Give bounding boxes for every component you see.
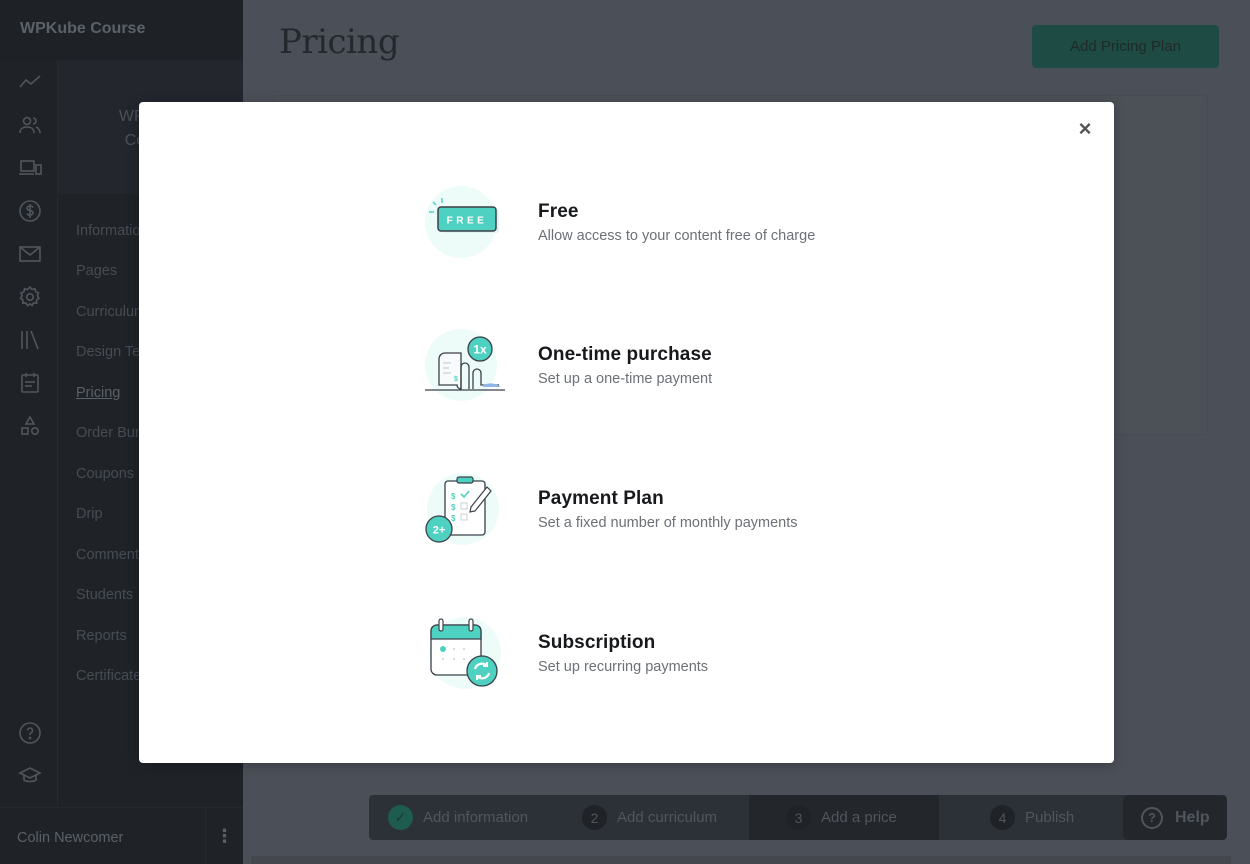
user-bar: Colin Newcomer ⋮ bbox=[0, 807, 243, 864]
free-tag-icon: FREE bbox=[421, 180, 505, 264]
option-free-text: Free Allow access to your content free o… bbox=[538, 201, 815, 244]
step-number: 3 bbox=[786, 805, 811, 830]
page-title: Pricing bbox=[279, 22, 400, 62]
help-label: Help bbox=[1175, 808, 1210, 826]
subnav-pages[interactable]: Pages bbox=[76, 263, 117, 279]
horizontal-scrollbar[interactable] bbox=[251, 856, 1231, 864]
help-circle-icon[interactable] bbox=[18, 721, 42, 745]
check-icon: ✓ bbox=[388, 805, 413, 830]
subnav-curriculum[interactable]: Curriculum bbox=[76, 304, 146, 320]
option-title: One-time purchase bbox=[538, 343, 712, 365]
option-subscription[interactable]: Subscription Set up recurring payments bbox=[421, 610, 881, 696]
help-icon: ? bbox=[1141, 806, 1163, 829]
option-one-time-purchase[interactable]: $ 1x One-time purchase Set up a one-time… bbox=[421, 322, 881, 408]
graduation-cap-icon[interactable] bbox=[18, 764, 42, 788]
step-publish[interactable]: 4 Publish bbox=[990, 795, 1074, 840]
pricing-type-modal: × FREE Free Allow access to your content… bbox=[139, 102, 1114, 763]
icon-rail bbox=[0, 60, 58, 807]
step-label: Add a price bbox=[821, 809, 897, 826]
svg-text:$: $ bbox=[451, 514, 456, 523]
gear-icon[interactable] bbox=[18, 285, 42, 309]
subnav-pricing[interactable]: Pricing bbox=[76, 385, 120, 401]
devices-icon[interactable] bbox=[18, 156, 42, 180]
step-label: Add curriculum bbox=[617, 809, 718, 826]
svg-text:$: $ bbox=[451, 503, 456, 512]
step-add-curriculum[interactable]: 2 Add curriculum bbox=[582, 795, 717, 840]
svg-text:$: $ bbox=[454, 376, 458, 383]
option-subscription-text: Subscription Set up recurring payments bbox=[538, 632, 708, 675]
svg-text:$: $ bbox=[451, 492, 456, 501]
library-icon[interactable] bbox=[18, 328, 42, 352]
option-description: Allow access to your content free of cha… bbox=[538, 227, 816, 244]
subnav-reports[interactable]: Reports bbox=[76, 628, 127, 644]
option-payment-plan-text: Payment Plan Set a fixed number of month… bbox=[538, 488, 798, 531]
subnav-certificates[interactable]: Certificates bbox=[76, 668, 149, 684]
one-time-badge-text: 1x bbox=[473, 343, 487, 357]
subnav-comments[interactable]: Comments bbox=[76, 547, 146, 563]
calendar-refresh-icon bbox=[421, 611, 505, 695]
more-vertical-icon[interactable]: ⋮ bbox=[205, 808, 243, 864]
option-title: Payment Plan bbox=[538, 487, 664, 509]
subnav-students[interactable]: Students bbox=[76, 587, 133, 603]
app: WPKube Course Information Pages Curricul… bbox=[0, 0, 1250, 864]
subnav-drip[interactable]: Drip bbox=[76, 506, 103, 522]
subnav-coupons[interactable]: Coupons bbox=[76, 466, 134, 482]
option-title: Free bbox=[538, 200, 579, 222]
step-label: Publish bbox=[1025, 809, 1075, 826]
close-icon[interactable]: × bbox=[1074, 118, 1096, 140]
option-free[interactable]: FREE Free Allow access to your content f… bbox=[421, 179, 881, 265]
user-name[interactable]: Colin Newcomer bbox=[17, 830, 123, 846]
receipt-icon: $ 1x bbox=[421, 323, 505, 407]
help-button[interactable]: ? Help bbox=[1123, 795, 1227, 840]
calendar-icon[interactable] bbox=[18, 371, 42, 395]
step-label: Add information bbox=[423, 809, 529, 826]
users-icon[interactable] bbox=[18, 113, 42, 137]
clipboard-icon: $ $ $ 2+ bbox=[421, 467, 505, 551]
option-description: Set up a one-time payment bbox=[538, 370, 713, 387]
shapes-icon[interactable] bbox=[18, 414, 42, 438]
option-description: Set up recurring payments bbox=[538, 658, 709, 675]
course-stepper: ✓ Add information 2 Add curriculum 3 Add… bbox=[369, 795, 1227, 840]
step-add-information[interactable]: ✓ Add information bbox=[388, 795, 528, 840]
dollar-icon[interactable] bbox=[18, 199, 42, 223]
subnav-information[interactable]: Information bbox=[76, 223, 149, 239]
analytics-icon[interactable] bbox=[18, 70, 42, 94]
payment-plan-badge-text: 2+ bbox=[433, 525, 446, 537]
brand-title[interactable]: WPKube Course bbox=[0, 0, 243, 60]
option-description: Set a fixed number of monthly payments bbox=[538, 514, 798, 531]
add-pricing-plan-button[interactable]: Add Pricing Plan bbox=[1032, 25, 1219, 68]
mail-icon[interactable] bbox=[18, 242, 42, 266]
step-add-a-price[interactable]: 3 Add a price bbox=[749, 795, 939, 840]
free-badge-text: FREE bbox=[447, 216, 488, 227]
option-payment-plan[interactable]: $ $ $ 2+ Payment Plan Set a fixed number… bbox=[421, 466, 881, 552]
step-number: 4 bbox=[990, 805, 1015, 830]
option-one-time-text: One-time purchase Set up a one-time paym… bbox=[538, 344, 712, 387]
option-title: Subscription bbox=[538, 631, 656, 653]
step-number: 2 bbox=[582, 805, 607, 830]
